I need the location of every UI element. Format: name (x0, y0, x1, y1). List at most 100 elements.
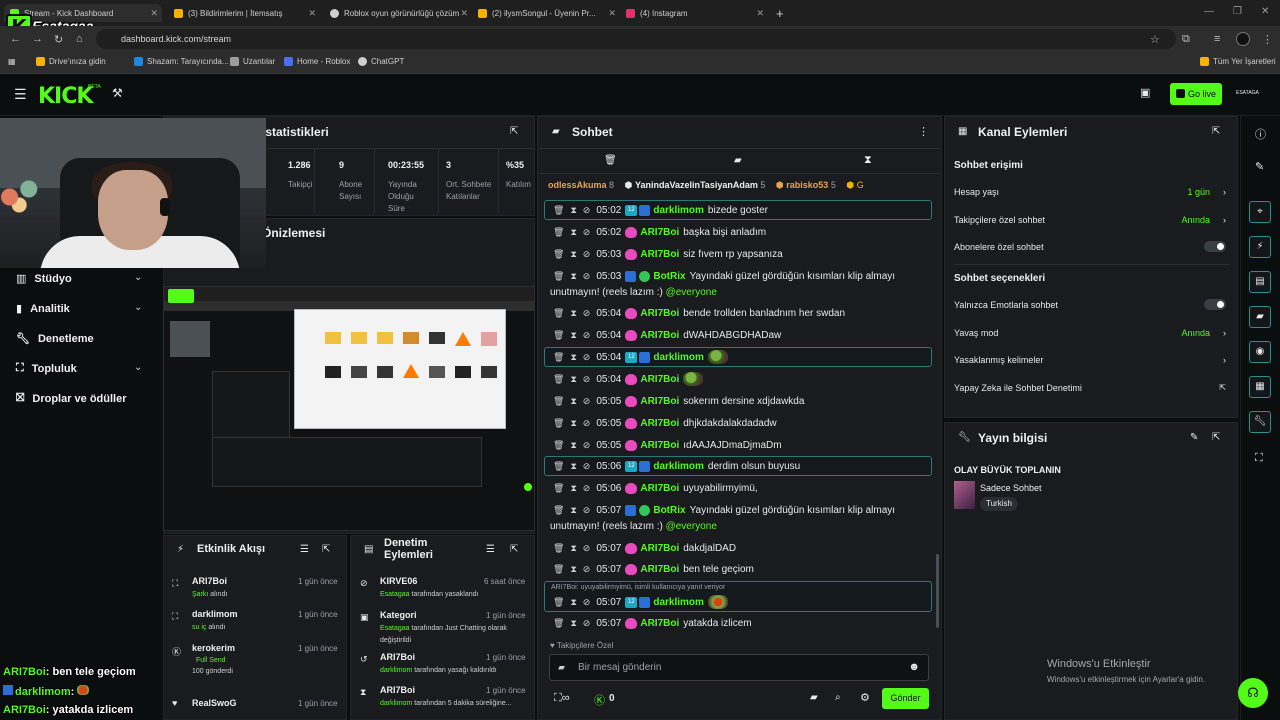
delete-icon[interactable]: 🗑︎ (553, 483, 564, 494)
delete-icon[interactable]: 🗑︎ (553, 249, 564, 260)
timeout-icon[interactable]: ⧗ (570, 505, 576, 516)
chat-message[interactable]: 🗑︎ ⧗ ⊘ 05:03 ARI7Boi siz fıvem rp yapsanıza (544, 246, 932, 262)
delete-icon[interactable]: 🗑︎ (553, 505, 564, 516)
chevron-down-icon[interactable]: ⌄ (134, 272, 142, 283)
tab-ilysmsongul[interactable]: (2) ilysmSongul - Üyenin Pr... ✕ (472, 4, 620, 22)
delete-icon[interactable]: 🗑︎ (553, 461, 564, 472)
rail-button-broadcast[interactable]: ◉ (1249, 341, 1271, 363)
message-user[interactable]: ARI7Boi (640, 227, 679, 238)
setting-subs-only[interactable]: Abonelere özel sohbet (954, 241, 1230, 252)
bookmark-drive[interactable]: Drive'ınıza gidin (36, 57, 106, 66)
kick-logo[interactable]: KICK (38, 84, 93, 109)
chat-message[interactable]: 🗑︎ ⧗ ⊘ 05:06 ARI7Boi uyuyabilirmyimü, (544, 480, 932, 496)
chat-input[interactable]: ▰ Bir mesaj gönderin ☻ (549, 654, 929, 681)
all-bookmarks[interactable]: Tüm Yer İşaretleri (1200, 57, 1276, 66)
activity-user[interactable]: darklimom (192, 609, 238, 619)
mention[interactable]: @everyone (666, 521, 717, 532)
rail-button-focus[interactable]: ⌖ (1249, 201, 1271, 223)
ban-icon[interactable]: ⊘ (583, 543, 591, 554)
ban-icon[interactable]: ⊘ (583, 374, 591, 385)
popout-icon[interactable]: ⇱ (510, 544, 518, 555)
setting-slow-mode[interactable]: Yavaş mod Anında › (954, 328, 1230, 338)
back-icon[interactable]: ← (10, 33, 21, 45)
sidebar-item-moderation[interactable]: 🔧︎ Denetleme (16, 332, 94, 346)
chat-message[interactable]: 🗑︎ ⧗ ⊘ 05:03 BotRix Yayındaki güzel gördüğün … (544, 268, 932, 284)
emote-only-toggle[interactable] (1204, 299, 1226, 310)
timeout-icon[interactable]: ⧗ (570, 483, 576, 494)
setting-ai-moderation[interactable]: Yapay Zeka ile Sohbet Denetimi ⇱ (954, 383, 1230, 393)
sidebar-item-analytics[interactable]: ▮ Analitik (16, 302, 70, 316)
message-user[interactable]: ARI7Boi (640, 483, 679, 494)
close-tab-icon[interactable]: ✕ (756, 8, 764, 19)
minimize-icon[interactable]: — (1204, 6, 1214, 17)
go-live-button[interactable]: Go live (1170, 83, 1222, 105)
setting-banned-words[interactable]: Yasaklanmış kelimeler › (954, 355, 1230, 365)
delete-icon[interactable]: 🗑︎ (553, 440, 564, 451)
bookmark-extensions[interactable]: Uzantılar (230, 57, 275, 66)
timeout-icon[interactable]: ⧗ (570, 330, 576, 341)
delete-icon[interactable]: 🗑︎ (553, 227, 564, 238)
delete-icon[interactable]: 🗑︎ (553, 396, 564, 407)
rail-button-bolt[interactable]: ⚡︎ (1249, 236, 1271, 258)
popout-icon[interactable]: ⇱ (322, 544, 330, 555)
chat-message[interactable]: 🗑︎ ⧗ ⊘ 05:04 12 darklimom (544, 347, 932, 367)
rail-button-clipboard[interactable]: ▤ (1249, 271, 1271, 293)
sidebar-item-studio[interactable]: ▥ Stüdyo (16, 272, 72, 286)
rail-button-dashboard[interactable]: ▦ (1249, 376, 1271, 398)
timeout-icon[interactable]: ⧗ (570, 227, 576, 238)
chat-message[interactable]: 🗑︎ ⧗ ⊘ 05:05 ARI7Boi sokerım dersine xdjdawkd… (544, 393, 932, 409)
message-user[interactable]: darklimom (653, 461, 704, 472)
close-tab-icon[interactable]: ✕ (150, 8, 158, 19)
chat-message[interactable]: 🗑︎ ⧗ ⊘ 05:07 ARI7Boi ben tele geçiom (544, 561, 932, 577)
delete-icon[interactable]: 🗑︎ (553, 564, 564, 575)
message-user[interactable]: BotRix (653, 505, 685, 516)
chevron-down-icon[interactable]: ⌄ (134, 362, 142, 373)
chatter-name[interactable]: rabisko53 (786, 180, 828, 190)
trash-icon[interactable]: 🗑︎ (604, 155, 617, 166)
gear-icon[interactable]: ⚙ (860, 691, 870, 704)
mod-target[interactable]: ARI7Boi (380, 652, 415, 662)
timeout-icon[interactable]: ⧗ (570, 618, 576, 629)
timeout-icon[interactable]: ⧗ (570, 440, 576, 451)
close-tab-icon[interactable]: ✕ (308, 8, 316, 19)
close-tab-icon[interactable]: ✕ (460, 8, 468, 19)
message-user[interactable]: ARI7Boi (640, 440, 679, 451)
delete-icon[interactable]: 🗑︎ (553, 352, 564, 363)
community-icon[interactable]: ⛶∞ (554, 692, 570, 705)
delete-icon[interactable]: 🗑︎ (553, 374, 564, 385)
home-icon[interactable]: ⌂ (76, 33, 83, 45)
timeout-icon[interactable]: ⧗ (570, 374, 576, 385)
delete-icon[interactable]: 🗑︎ (553, 543, 564, 554)
ban-icon[interactable]: ⊘ (583, 483, 591, 494)
rail-button-chat[interactable]: ▰ (1249, 306, 1271, 328)
chat-message[interactable]: 🗑︎ ⧗ ⊘ 05:06 12 darklimom derdim olsun buyusu (544, 456, 932, 476)
hourglass-icon[interactable]: ⧗ (864, 154, 872, 167)
activity-user[interactable]: RealSwoG (192, 698, 237, 708)
ban-icon[interactable]: ⊘ (583, 505, 591, 516)
message-user[interactable]: ARI7Boi (640, 249, 679, 260)
maximize-icon[interactable]: ❐ (1233, 6, 1242, 17)
timeout-icon[interactable]: ⧗ (570, 564, 576, 575)
hamburger-menu-icon[interactable]: ☰ (14, 86, 27, 103)
support-button[interactable]: ☊ (1238, 678, 1268, 708)
edit-icon[interactable]: ✎ (1190, 432, 1198, 443)
message-user[interactable]: darklimom (653, 352, 704, 363)
tab-instagram[interactable]: (4) Instagram ✕ (620, 4, 768, 22)
chat-message[interactable]: 🗑︎ ⧗ ⊘ 05:07 ARI7Boi yatakda izlicem (544, 615, 932, 631)
ban-icon[interactable]: ⊘ (583, 271, 591, 282)
timeout-icon[interactable]: ⧗ (570, 205, 576, 216)
ban-icon[interactable]: ⊘ (583, 330, 591, 341)
new-tab-button[interactable]: + (770, 4, 788, 22)
ban-icon[interactable]: ⊘ (583, 461, 591, 472)
chat-icon[interactable]: ▰ (810, 692, 818, 703)
send-button[interactable]: Gönder (882, 688, 929, 709)
bookmark-roblox[interactable]: Home - Roblox (284, 57, 350, 66)
url-input[interactable]: dashboard.kick.com/stream (96, 29, 1176, 49)
chatter-name[interactable]: YanindaVazelinTasiyanAdam (635, 180, 758, 190)
close-window-icon[interactable]: ✕ (1261, 6, 1269, 17)
delete-icon[interactable]: 🗑︎ (553, 205, 564, 216)
message-user[interactable]: ARI7Boi (640, 396, 679, 407)
popout-icon[interactable]: ⇱ (1212, 126, 1220, 137)
message-user[interactable]: ARI7Boi (640, 618, 679, 629)
category-thumbnail[interactable] (954, 481, 975, 509)
